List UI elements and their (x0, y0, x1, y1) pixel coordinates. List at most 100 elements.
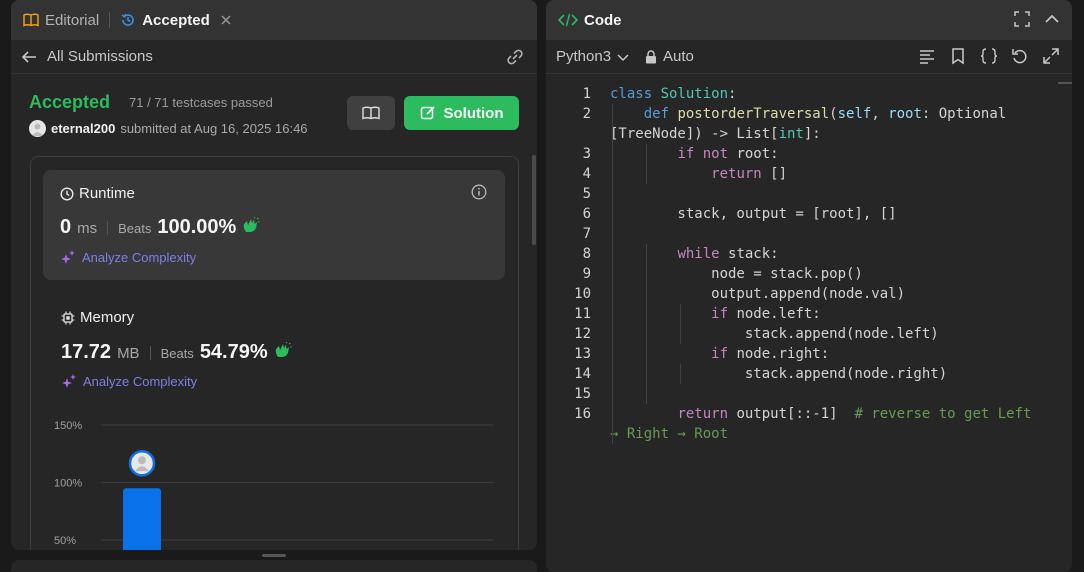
submitted-time: submitted at Aug 16, 2025 16:46 (120, 121, 308, 136)
language-label: Python3 (556, 48, 612, 65)
code-line[interactable]: stack.append(node.left) (610, 324, 939, 344)
line-number: 3 (582, 146, 591, 162)
code-token: class (610, 86, 661, 102)
close-icon[interactable] (220, 14, 232, 26)
code-header-actions (1014, 11, 1060, 27)
panel-resize-handle[interactable] (262, 554, 286, 557)
all-submissions-link[interactable]: All Submissions (21, 48, 153, 65)
line-number: 2 (582, 106, 591, 122)
sparkle-icon (61, 373, 77, 389)
runtime-metric: 0 ms Beats 100.00% (60, 216, 260, 239)
code-line[interactable]: [TreeNode]) -> List[int]: (610, 124, 821, 144)
code-token: : (728, 86, 737, 102)
auto-label: Auto (663, 48, 694, 65)
code-line[interactable]: return output[::-1] # reverse to get Lef… (610, 404, 1031, 424)
code-token: , (871, 106, 889, 122)
code-token: [TreeNode]) -> List[ (610, 126, 779, 142)
code-line[interactable]: stack.append(node.right) (610, 364, 947, 384)
undo-icon[interactable] (1011, 47, 1029, 65)
edit-icon (420, 105, 436, 121)
code-line[interactable]: while stack: (610, 244, 778, 264)
indent-guide (680, 364, 681, 384)
code-token: node.left: (736, 306, 821, 322)
line-number: 6 (582, 206, 591, 222)
runtime-analyze-complexity[interactable]: Analyze Complexity (60, 249, 196, 265)
line-number: 13 (574, 346, 591, 362)
code-token: stack.append(node.left) (610, 326, 939, 342)
tab-accepted[interactable]: Accepted (120, 12, 232, 29)
username[interactable]: eternal200 (51, 121, 115, 136)
clap-icon (242, 217, 260, 233)
runtime-card[interactable]: Runtime 0 ms Beats 100.00% Analyze Compl… (43, 170, 505, 280)
code-token: ( (829, 106, 838, 122)
line-number: 12 (574, 326, 591, 342)
bar-avatar-marker (128, 450, 156, 477)
code-line[interactable]: if node.left: (610, 304, 821, 324)
submitter-row: eternal200 submitted at Aug 16, 2025 16:… (29, 120, 308, 137)
runtime-unit: ms (77, 220, 98, 237)
code-line[interactable]: output.append(node.val) (610, 284, 905, 304)
code-line[interactable]: → Right → Root (610, 424, 728, 444)
tab-editorial-label: Editorial (45, 11, 100, 29)
distribution-chart: 150% 100% 50% (54, 420, 493, 550)
avatar[interactable] (29, 120, 46, 137)
code-token: node = stack.pop() (610, 266, 863, 282)
runtime-analyze-label: Analyze Complexity (82, 249, 197, 265)
distribution-bar[interactable] (123, 488, 161, 550)
code-token: output[::-1] (736, 406, 855, 422)
code-line[interactable]: if not root: (610, 144, 778, 164)
clock-icon (60, 186, 74, 201)
line-number: 4 (582, 166, 591, 182)
code-line[interactable]: if node.right: (610, 344, 829, 364)
metric-divider (107, 220, 109, 235)
bookmark-icon[interactable] (949, 47, 967, 65)
code-token: stack.append(node.right) (610, 366, 948, 382)
code-line[interactable]: return [] (610, 164, 787, 184)
code-line[interactable]: def postorderTraversal(self, root: Optio… (610, 104, 1006, 124)
left-scrollbar[interactable] (532, 155, 536, 245)
expand-icon[interactable] (1042, 47, 1060, 65)
format-lines-icon[interactable] (918, 47, 936, 65)
code-icon (558, 13, 578, 27)
code-token: ]: (803, 126, 821, 142)
code-token: if not (677, 146, 737, 162)
memory-analyze-label: Analyze Complexity (83, 373, 198, 389)
code-line[interactable]: stack, output = [root], [] (610, 204, 896, 224)
auto-mode-toggle[interactable]: Auto (645, 48, 694, 65)
y-tick-label: 50% (54, 535, 76, 547)
link-icon[interactable] (505, 48, 525, 66)
memory-analyze-complexity[interactable]: Analyze Complexity (61, 373, 197, 389)
braces-icon[interactable] (980, 47, 998, 65)
code-line[interactable]: node = stack.pop() (610, 264, 863, 284)
line-number: 7 (582, 226, 591, 242)
tab-editorial[interactable]: Editorial (23, 12, 99, 29)
line-number: 9 (582, 266, 591, 282)
code-scrollbar[interactable] (1058, 82, 1072, 84)
info-icon[interactable] (471, 184, 487, 200)
line-number: 16 (574, 406, 591, 422)
runtime-value: 0 (60, 216, 72, 238)
language-select[interactable]: Python3 (556, 48, 629, 65)
memory-beats-label: Beats (160, 346, 194, 361)
fullscreen-icon[interactable] (1014, 11, 1030, 27)
code-token: root (888, 106, 922, 122)
code-title: Code (584, 11, 622, 29)
code-line[interactable]: class Solution: (610, 84, 736, 104)
chevron-up-icon[interactable] (1044, 11, 1060, 27)
memory-value: 17.72 (61, 341, 112, 363)
memory-beats-value: 54.79% (199, 341, 268, 363)
line-number: 1 (582, 86, 591, 102)
code-token: node.right: (736, 346, 830, 362)
runtime-beats-label: Beats (118, 221, 152, 236)
editorial-button[interactable] (347, 96, 395, 130)
editor-toolbar-actions (918, 47, 1060, 65)
code-token: int (778, 126, 804, 142)
solution-button[interactable]: Solution (404, 96, 519, 130)
line-number: 5 (582, 186, 591, 202)
code-token: output.append(node.val) (610, 286, 906, 302)
